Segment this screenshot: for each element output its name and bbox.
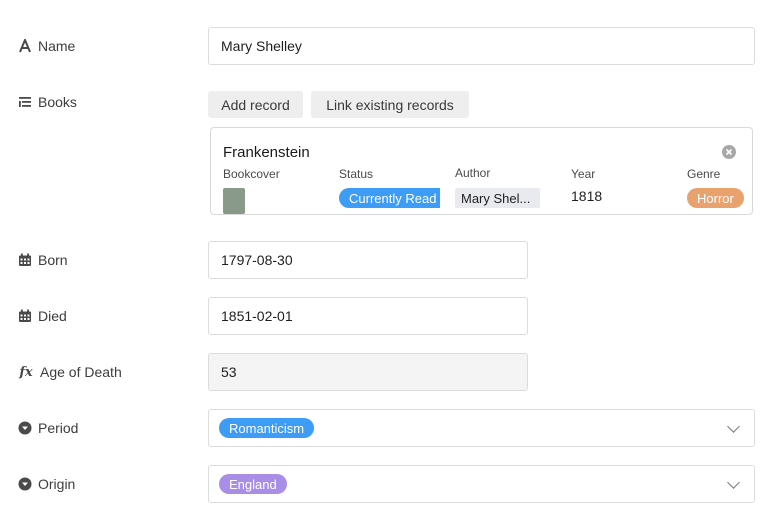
add-record-button[interactable]: Add record — [208, 91, 303, 118]
origin-pill-label: England — [229, 476, 277, 492]
column-label-bookcover: Bookcover — [223, 167, 280, 181]
field-label-age-of-death: fx Age of Death — [18, 362, 122, 382]
author-chip-label: Mary Shel... — [461, 190, 531, 206]
column-label-genre: Genre — [687, 167, 721, 181]
chevron-down-icon[interactable] — [727, 420, 740, 433]
column-label-status: Status — [339, 167, 374, 181]
died-label: Died — [38, 308, 67, 324]
age-of-death-label: Age of Death — [40, 364, 122, 380]
single-select-icon — [18, 477, 32, 491]
period-select[interactable]: Romanticism — [208, 409, 755, 447]
field-label-period: Period — [18, 418, 78, 438]
died-value: 1851-02-01 — [221, 308, 293, 324]
name-label: Name — [38, 38, 76, 54]
period-pill: Romanticism — [219, 418, 315, 438]
genre-pill: Horror — [687, 188, 744, 208]
text-icon — [18, 39, 32, 53]
born-date-field[interactable]: 1797-08-30 — [208, 241, 528, 279]
calendar-icon — [18, 309, 32, 323]
record-title: Frankenstein — [223, 144, 310, 161]
genre-pill-label: Horror — [697, 190, 734, 206]
year-value: 1818 — [571, 188, 603, 204]
age-of-death-value: 53 — [221, 364, 237, 380]
period-pill-label: Romanticism — [229, 420, 305, 436]
chevron-down-icon[interactable] — [727, 476, 740, 489]
link-existing-records-button[interactable]: Link existing records — [311, 91, 469, 118]
period-label: Period — [38, 420, 79, 436]
field-label-born: Born — [18, 250, 68, 270]
status-pill: Currently Read — [339, 188, 440, 208]
books-label: Books — [38, 94, 77, 110]
field-label-died: Died — [18, 306, 67, 326]
died-date-field[interactable]: 1851-02-01 — [208, 297, 528, 335]
author-chip: Mary Shel... — [455, 188, 540, 208]
column-label-year: Year — [571, 167, 596, 181]
origin-pill: England — [219, 474, 287, 494]
born-label: Born — [38, 252, 68, 268]
book-cover-thumbnail[interactable] — [223, 188, 245, 214]
origin-label: Origin — [38, 476, 76, 492]
column-label-author: Author — [455, 166, 491, 180]
remove-record-icon[interactable] — [722, 145, 736, 159]
status-pill-label: Currently Read — [349, 190, 437, 206]
field-label-name: Name — [18, 36, 75, 56]
field-label-origin: Origin — [18, 474, 75, 494]
origin-select[interactable]: England — [208, 465, 755, 503]
list-icon — [18, 95, 32, 109]
name-field[interactable]: Mary Shelley — [208, 27, 755, 65]
age-of-death-field: 53 — [208, 353, 528, 391]
name-value: Mary Shelley — [221, 38, 302, 54]
calendar-icon — [18, 253, 32, 267]
born-value: 1797-08-30 — [221, 252, 293, 268]
formula-icon: fx — [19, 364, 33, 380]
single-select-icon — [18, 421, 32, 435]
field-label-books: Books — [18, 92, 77, 112]
linked-record-card[interactable]: Frankenstein Bookcover Status Author Yea… — [210, 127, 753, 215]
